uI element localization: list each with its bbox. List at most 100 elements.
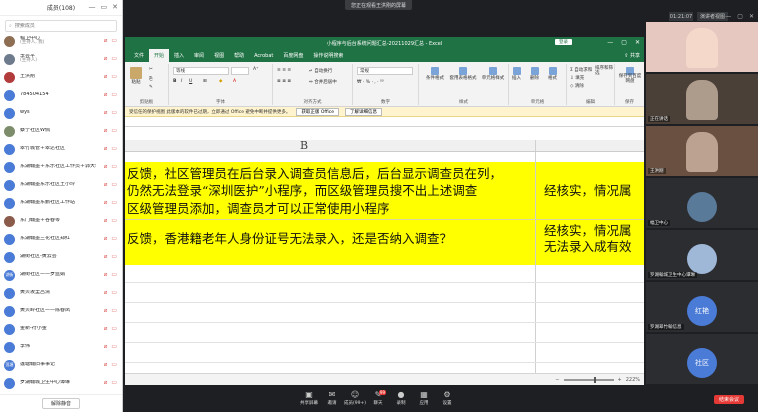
video-off-icon[interactable]: ▭ (111, 343, 117, 350)
ribbon-tab[interactable]: 文件 (129, 52, 149, 59)
autosum-button[interactable]: Σ 自动求和 (570, 67, 592, 73)
sort-filter-button[interactable]: 排序和筛选 (595, 66, 613, 77)
format-cells-button[interactable]: 格式 (548, 67, 557, 81)
close-icon[interactable]: ✕ (749, 13, 754, 20)
ribbon-tab[interactable]: 审阅 (189, 52, 209, 59)
video-off-icon[interactable]: ▭ (111, 217, 117, 224)
format-painter-icon[interactable]: ✎ (149, 85, 153, 90)
toolbar-button[interactable]: ⚙ 设置 (433, 390, 461, 406)
maximize-icon[interactable]: ▢ (621, 39, 627, 46)
cell-style-button[interactable]: 单元格样式 (479, 67, 507, 81)
zoom-slider[interactable] (563, 376, 614, 383)
ribbon-tab[interactable]: 开始 (149, 49, 170, 62)
minimize-icon[interactable]: — (89, 3, 96, 11)
member-row[interactable]: 翠竹城管＋翠达社区 ⌀ ▭ (0, 140, 122, 158)
video-off-icon[interactable]: ▭ (111, 307, 117, 314)
video-off-icon[interactable]: ▭ (111, 73, 117, 80)
video-off-icon[interactable]: ▭ (111, 271, 117, 278)
video-tile[interactable]: 王洪刚 (646, 126, 758, 177)
font-color-icon[interactable]: A (233, 79, 236, 84)
table-format-button[interactable]: 套用表格格式 (449, 67, 477, 81)
member-row[interactable]: 蔡宁社区W佩 ⌀ ▭ (0, 122, 122, 140)
merge-center-button[interactable]: ⇔ 合并后居中 (309, 79, 337, 85)
muted-mic-icon[interactable]: ⌀ (104, 217, 108, 224)
end-meeting-button[interactable]: 结束会议 (713, 395, 744, 404)
fill-color-icon[interactable]: ◆ (219, 79, 222, 84)
member-row[interactable]: 金新-符小金 ⌀ ▭ (0, 320, 122, 338)
member-row[interactable]: 东湖翰墨兰花社区郑红 ⌀ ▭ (0, 230, 122, 248)
video-tile[interactable] (646, 22, 758, 73)
member-search-input[interactable] (14, 23, 105, 29)
learn-more-button[interactable]: 了解详细信息 (345, 107, 383, 116)
member-row[interactable]: 罗湖翰城卫生中心谭琳 ⌀ ▭ (0, 374, 122, 392)
member-row[interactable]: 李伟 ⌀ ▭ (0, 338, 122, 356)
video-off-icon[interactable]: ▭ (111, 199, 117, 206)
muted-mic-icon[interactable]: ⌀ (104, 127, 108, 134)
underline-button[interactable]: U (189, 79, 192, 84)
member-row[interactable]: 东湖翰墨＋东乐社区工作员＋郭大蓉 ⌀ ▭ (0, 158, 122, 176)
ribbon-tab[interactable]: 帮助 (229, 52, 249, 59)
muted-mic-icon[interactable]: ⌀ (104, 73, 108, 80)
video-off-icon[interactable]: ▭ (111, 55, 117, 62)
cut-icon[interactable]: ✂ (149, 67, 153, 72)
muted-mic-icon[interactable]: ⌀ (104, 271, 108, 278)
ribbon-tab[interactable]: Acrobat (249, 53, 278, 59)
video-off-icon[interactable]: ▭ (111, 235, 117, 242)
member-row[interactable]: 东湖翰墨东鹏社区工作站 ⌀ ▭ (0, 194, 122, 212)
close-icon[interactable]: ✕ (635, 39, 640, 46)
video-off-icon[interactable]: ▭ (111, 289, 117, 296)
muted-mic-icon[interactable]: ⌀ (104, 181, 108, 188)
video-tile[interactable]: 社区 (646, 334, 758, 385)
get-office-button[interactable]: 获取正版 Office (296, 107, 340, 116)
member-row[interactable]: 李芸平 (主持人) ⌀ ▭ (0, 50, 122, 68)
member-row[interactable]: 东门翰墨＋谷春琴 ⌀ ▭ (0, 212, 122, 230)
muted-mic-icon[interactable]: ⌀ (104, 235, 108, 242)
ribbon-tab[interactable]: 操作说明搜索 (308, 52, 348, 59)
video-off-icon[interactable]: ▭ (111, 37, 117, 44)
member-row[interactable]: 莲塘 莲塘翰旧事事记 ⌀ ▭ (0, 356, 122, 374)
font-name-select[interactable]: 等线 (173, 67, 229, 75)
member-row[interactable]: 湖街社区-黄云芸 ⌀ ▭ (0, 248, 122, 266)
clear-button[interactable]: ◇ 清除 (570, 83, 584, 89)
popout-icon[interactable]: ▭ (101, 3, 108, 11)
view-mode-button[interactable]: 演讲者视图 (697, 12, 729, 21)
maximize-icon[interactable]: ▢ (737, 13, 743, 20)
conditional-format-button[interactable]: 条件格式 (423, 67, 447, 81)
insert-cells-button[interactable]: 插入 (512, 67, 521, 81)
muted-mic-icon[interactable]: ⌀ (104, 379, 108, 386)
column-header-b[interactable]: B (300, 139, 308, 152)
align-left-icon[interactable]: ≣ ≣ ≣ (277, 79, 291, 84)
fill-button[interactable]: ⇩ 填充 (570, 75, 584, 81)
muted-mic-icon[interactable]: ⌀ (104, 343, 108, 350)
video-tile[interactable]: 正在讲话 (646, 74, 758, 125)
member-row[interactable]: 784504154 ⌀ ▭ (0, 86, 122, 104)
muted-mic-icon[interactable]: ⌀ (104, 145, 108, 152)
italic-button[interactable]: I (181, 79, 182, 84)
ribbon-tab[interactable]: 视图 (209, 52, 229, 59)
member-row[interactable]: 王洪刚 ⌀ ▭ (0, 68, 122, 86)
spreadsheet-grid[interactable]: 反馈，社区管理员在后台录入调查员信息后，后台显示调查员在列， 仍然无法登录“深圳… (125, 152, 644, 373)
minimize-icon[interactable]: — (725, 13, 731, 20)
border-icon[interactable]: ⊞ (203, 79, 207, 84)
video-off-icon[interactable]: ▭ (111, 145, 117, 152)
video-tile[interactable]: 罗湖翰城卫生中心谭琳 (646, 230, 758, 281)
video-off-icon[interactable]: ▭ (111, 163, 117, 170)
member-row[interactable]: 幅卫中心 (主持人, 我) ⌀ ▭ (0, 32, 122, 50)
member-row[interactable]: 黄贝坂里吕清 ⌀ ▭ (0, 284, 122, 302)
align-top-icon[interactable]: ≡ ≡ ≡ (277, 68, 291, 73)
video-off-icon[interactable]: ▭ (111, 253, 117, 260)
login-button[interactable]: 登录 (555, 39, 572, 45)
delete-cells-button[interactable]: 删除 (530, 67, 539, 81)
ribbon-tab[interactable]: 插入 (169, 52, 189, 59)
save-baidu-button[interactable]: 保存到百度网盘 (617, 67, 643, 85)
muted-mic-icon[interactable]: ⌀ (104, 163, 108, 170)
video-off-icon[interactable]: ▭ (111, 361, 117, 368)
video-tile[interactable]: 红艳 罗湖翠竹翰信息 (646, 282, 758, 333)
copy-icon[interactable]: ⎘ (149, 76, 153, 82)
member-row[interactable]: wys ⌀ ▭ (0, 104, 122, 122)
zoom-level[interactable]: 222% (626, 377, 640, 383)
grow-font-icon[interactable]: A⁺ (253, 67, 258, 72)
ribbon-tab[interactable]: 百度网盘 (278, 52, 308, 59)
video-off-icon[interactable]: ▭ (111, 181, 117, 188)
paste-button[interactable]: 粘贴 (130, 67, 142, 85)
